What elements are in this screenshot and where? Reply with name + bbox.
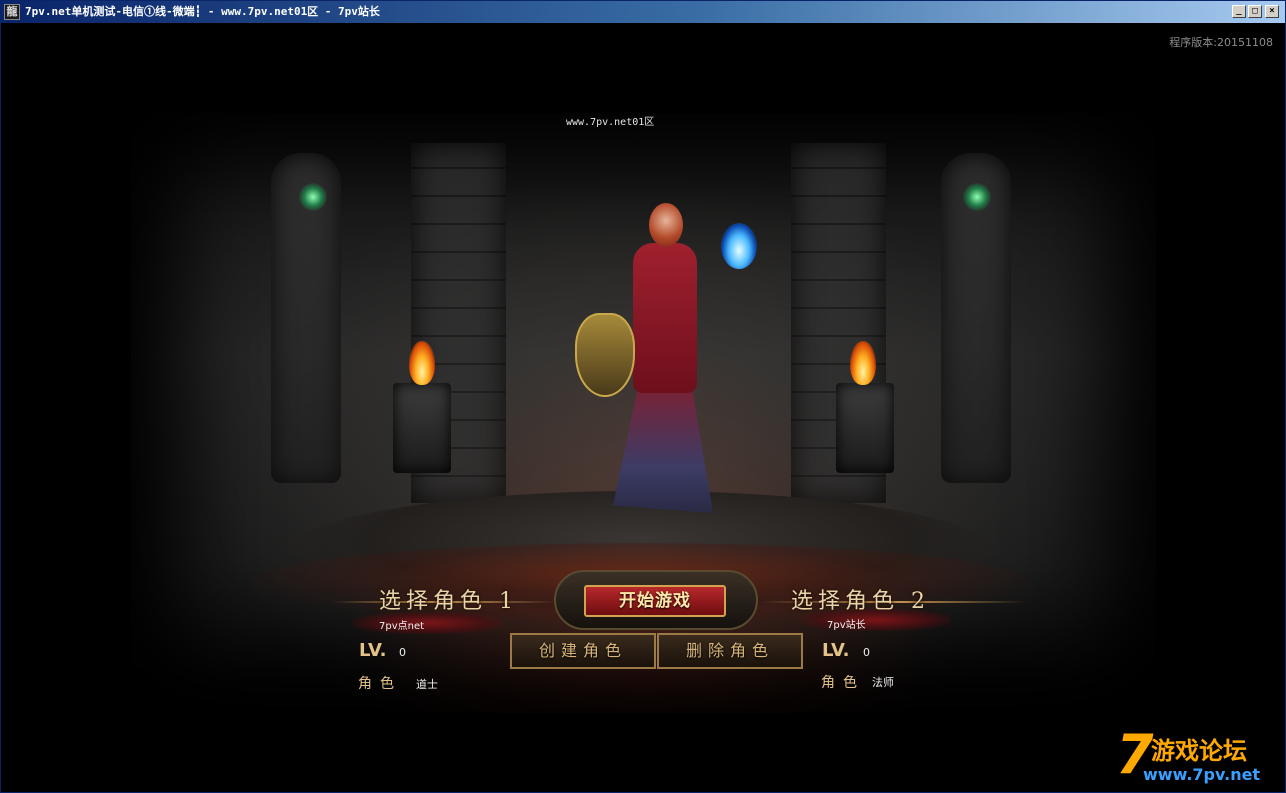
right-statue-gem-icon: [963, 183, 991, 211]
slot1-role-label: 角色: [358, 676, 402, 692]
slot1-role-value: 道士: [416, 678, 438, 691]
slot1-name-bar[interactable]: [353, 612, 503, 634]
slot2-name-bar[interactable]: [801, 609, 951, 631]
maximize-button[interactable]: □: [1248, 5, 1262, 18]
game-window: 龍 7pv.net单机测试-电信①线-微端┇ - www.7pv.net01区 …: [0, 0, 1286, 793]
close-button[interactable]: ×: [1265, 5, 1279, 18]
slot2-role-label: 角色: [821, 675, 865, 691]
slot1-character-name: 7pv点net: [379, 621, 425, 632]
left-brazier: [393, 383, 451, 473]
app-icon[interactable]: 龍: [4, 4, 20, 20]
character-body: [633, 243, 697, 393]
create-character-button[interactable]: 创建角色: [510, 633, 656, 669]
game-client-area[interactable]: www.7pv.net01区 程序版本:20151108 选择角色 1 7pv点…: [1, 23, 1285, 792]
right-flame-icon: [850, 341, 876, 385]
left-flame-icon: [409, 341, 435, 385]
character-shield-icon: [575, 313, 635, 397]
title-bar[interactable]: 龍 7pv.net单机测试-电信①线-微端┇ - www.7pv.net01区 …: [1, 1, 1285, 23]
delete-character-button[interactable]: 删除角色: [657, 633, 803, 669]
watermark-logo-text: 游戏论坛: [1151, 737, 1247, 765]
slot1-level-label: LV.: [359, 640, 387, 661]
slot1-level-value: 0: [399, 646, 406, 659]
left-statue-gem-icon: [299, 183, 327, 211]
slot2-level-value: 0: [863, 646, 870, 659]
slot1-select-title[interactable]: 选择角色 1: [379, 583, 518, 615]
right-brazier: [836, 383, 894, 473]
slot2-level-label: LV.: [822, 640, 850, 661]
minimize-button[interactable]: _: [1232, 5, 1246, 18]
slot2-role-value: 法师: [872, 676, 894, 689]
version-label: 程序版本:20151108: [1169, 36, 1273, 49]
blue-fire-orb-icon: [721, 223, 757, 269]
watermark-logo-url: www.7pv.net: [1143, 765, 1261, 784]
server-label: www.7pv.net01区: [566, 117, 655, 128]
slot2-character-name: 7pv站长: [827, 620, 866, 631]
window-title: 7pv.net单机测试-电信①线-微端┇ - www.7pv.net01区 - …: [25, 5, 380, 18]
character-head: [649, 203, 683, 247]
start-game-button[interactable]: 开始游戏: [584, 585, 726, 617]
selected-character-model[interactable]: [561, 203, 811, 553]
